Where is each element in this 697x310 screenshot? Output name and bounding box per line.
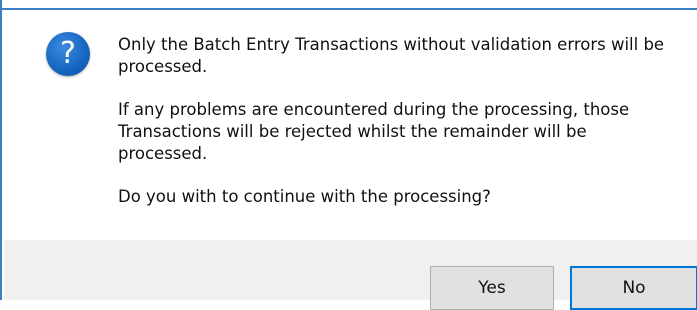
dialog-message: Only the Batch Entry Transactions withou… <box>118 34 678 229</box>
no-button[interactable]: No <box>570 266 697 310</box>
yes-button[interactable]: Yes <box>430 266 554 310</box>
message-paragraph-1: Only the Batch Entry Transactions withou… <box>118 35 665 76</box>
message-paragraph-2: If any problems are encountered during t… <box>118 100 630 163</box>
message-dialog: ? Only the Batch Entry Transactions with… <box>0 0 697 310</box>
question-icon: ? <box>46 32 90 76</box>
dialog-title-bar-edge <box>2 0 697 10</box>
dialog-content: ? Only the Batch Entry Transactions with… <box>4 10 697 240</box>
dialog-button-bar: Yes No <box>4 240 697 310</box>
message-paragraph-3: Do you with to continue with the process… <box>118 187 491 206</box>
